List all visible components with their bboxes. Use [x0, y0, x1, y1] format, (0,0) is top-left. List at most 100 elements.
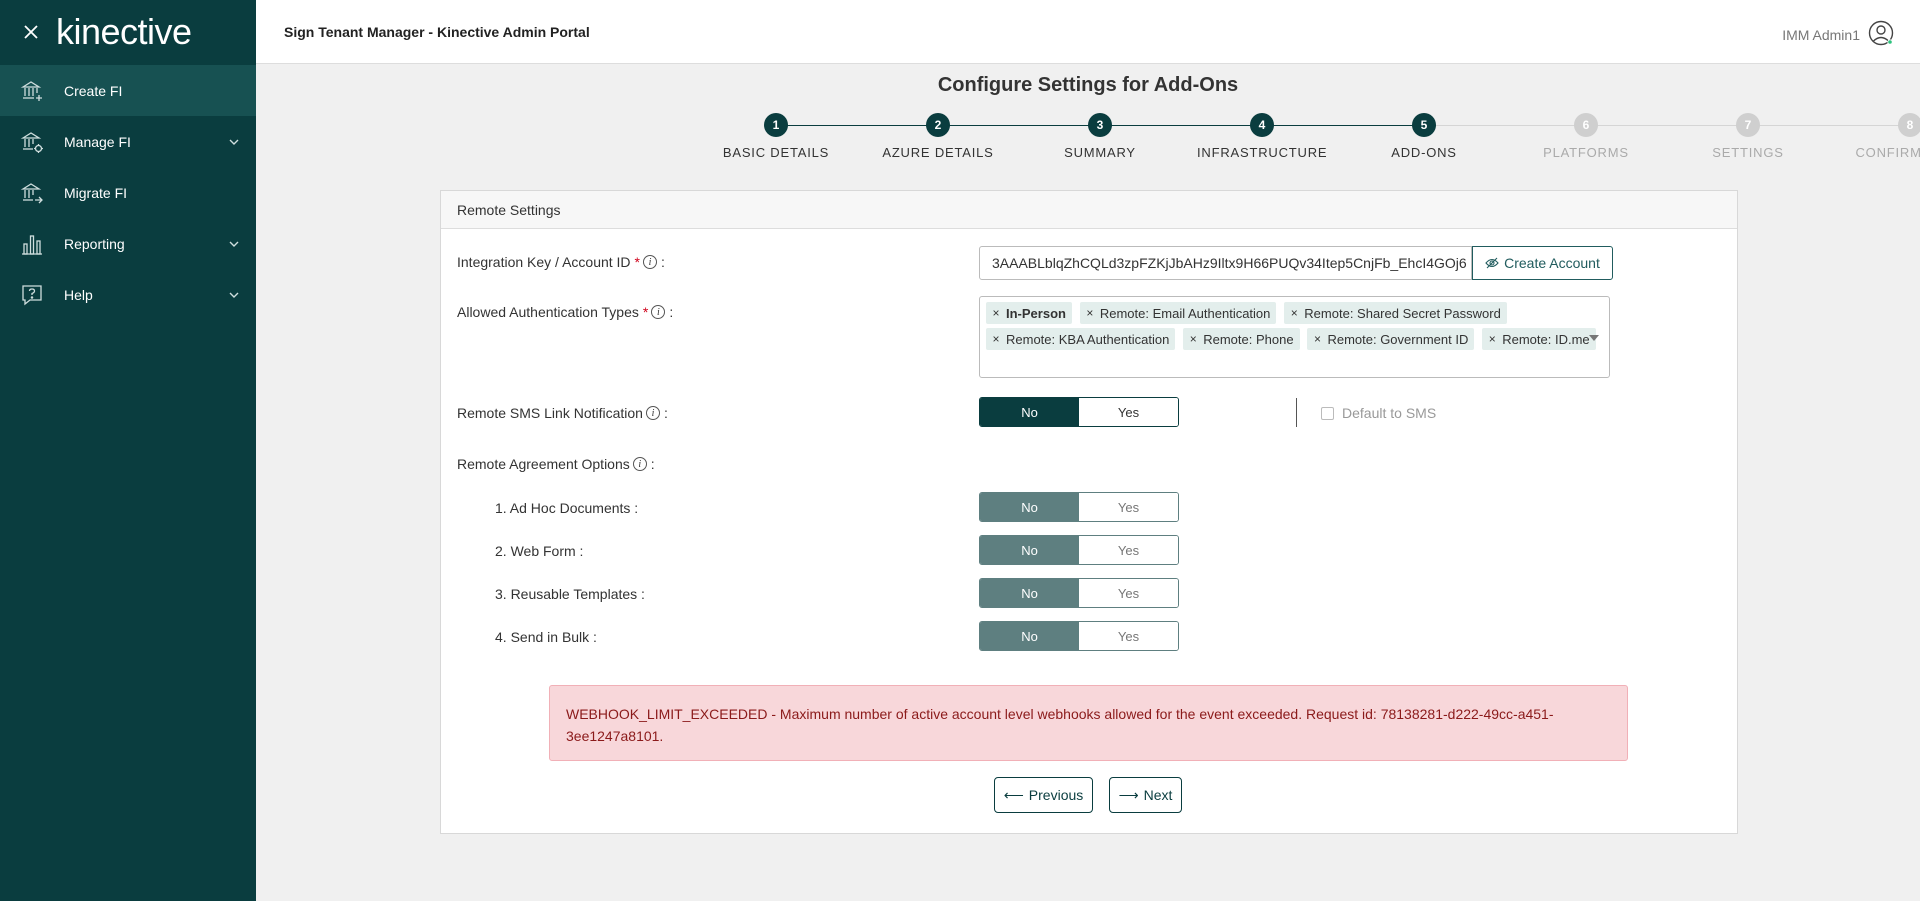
button-label: Previous	[1028, 787, 1084, 803]
integration-key-label: Integration Key / Account ID * i :	[457, 254, 665, 270]
auth-types-multiselect[interactable]: × In-Person × Remote: Email Authentication…	[979, 296, 1610, 378]
default-to-sms[interactable]: Default to SMS	[1321, 405, 1436, 421]
previous-button[interactable]: ⟵ Previous	[994, 777, 1093, 813]
tag-label: Remote: ID.me	[1502, 331, 1590, 347]
arrow-right-icon: ⟶	[1118, 786, 1139, 803]
auth-tag: × Remote: KBA Authentication	[986, 328, 1176, 350]
toggle-no[interactable]: No	[980, 622, 1079, 650]
user-name: IMM Admin1	[1782, 26, 1860, 43]
ad-hoc-documents-toggle: No Yes	[979, 492, 1179, 522]
auth-tag: × Remote: Phone	[1183, 328, 1300, 350]
sms-notification-label: Remote SMS Link Notification i :	[457, 405, 668, 421]
toggle-no[interactable]: No	[980, 579, 1079, 607]
dropdown-arrow-icon[interactable]	[1589, 335, 1599, 341]
label-text: Allowed Authentication Types	[457, 304, 639, 320]
auth-types-label: Allowed Authentication Types * i :	[457, 304, 673, 320]
label-text: Remote Agreement Options	[457, 456, 630, 472]
label-colon: :	[650, 456, 655, 472]
auth-tag: × Remote: Email Authentication	[1079, 302, 1277, 324]
step-number: 1	[764, 113, 788, 137]
toggle-no[interactable]: No	[980, 536, 1079, 564]
panel-title: Remote Settings	[441, 191, 1737, 229]
user-avatar-icon	[1868, 20, 1894, 49]
label-colon: :	[661, 254, 665, 270]
brand-logo: kinective	[56, 11, 192, 52]
step-number: 4	[1250, 113, 1274, 137]
next-button[interactable]: ⟶ Next	[1109, 777, 1182, 813]
main-content: Configure Settings for Add-Ons 1 BASIC D…	[256, 65, 1920, 901]
sidebar-item-manage-fi[interactable]: Manage FI	[0, 116, 256, 167]
remove-tag-icon[interactable]: ×	[1482, 332, 1502, 346]
step-label: CONFIRMATION	[1855, 145, 1920, 160]
step-basic-details: 1 BASIC DETAILS	[711, 113, 841, 160]
remove-tag-icon[interactable]: ×	[986, 306, 1006, 320]
web-form-label: 2. Web Form :	[495, 543, 584, 559]
info-icon[interactable]: i	[645, 406, 660, 420]
step-number: 2	[926, 113, 950, 137]
label-colon: :	[663, 405, 668, 421]
tag-label: Remote: Government ID	[1327, 331, 1469, 347]
step-number: 5	[1412, 113, 1436, 137]
toggle-yes[interactable]: Yes	[1079, 398, 1178, 426]
chevron-down-icon	[229, 139, 239, 145]
help-icon	[20, 283, 44, 307]
step-label: ADD-ONS	[1391, 145, 1457, 160]
sidebar: kinective Create FI Manage FI Migrate FI…	[0, 0, 256, 901]
step-number: 3	[1088, 113, 1112, 137]
send-in-bulk-label: 4. Send in Bulk :	[495, 629, 597, 645]
toggle-no[interactable]: No	[980, 398, 1079, 426]
toggle-no[interactable]: No	[980, 493, 1079, 521]
remove-tag-icon[interactable]: ×	[1183, 332, 1203, 346]
chevron-down-icon	[229, 292, 239, 298]
info-icon[interactable]: i	[643, 255, 657, 269]
step-add-ons: 5 ADD-ONS	[1359, 113, 1489, 160]
step-number: 8	[1898, 113, 1920, 137]
required-marker: *	[634, 254, 640, 270]
chevron-down-icon	[229, 241, 239, 247]
web-form-toggle: No Yes	[979, 535, 1179, 565]
tag-label: Remote: KBA Authentication	[1006, 331, 1170, 347]
step-number: 7	[1736, 113, 1760, 137]
arrow-left-icon: ⟵	[1003, 786, 1024, 803]
error-alert: WEBHOOK_LIMIT_EXCEEDED - Maximum number …	[549, 685, 1628, 761]
wizard-stepper: 1 BASIC DETAILS 2 AZURE DETAILS 3 SUMMAR…	[696, 113, 1920, 173]
eye-slash-icon	[1485, 257, 1499, 269]
divider	[1296, 398, 1297, 427]
tag-label: Remote: Shared Secret Password	[1304, 305, 1501, 321]
integration-key-input[interactable]: 3AAABLblqZhCQLd3zpFZKjJbAHz9Iltx9H66PUQv…	[979, 246, 1472, 280]
tag-label: Remote: Email Authentication	[1099, 305, 1271, 321]
reusable-templates-toggle: No Yes	[979, 578, 1179, 608]
top-header: Sign Tenant Manager - Kinective Admin Po…	[256, 0, 1920, 64]
label-text: Remote SMS Link Notification	[457, 405, 643, 421]
toggle-yes[interactable]: Yes	[1079, 622, 1178, 650]
step-label: PLATFORMS	[1543, 145, 1629, 160]
info-icon[interactable]: i	[632, 457, 647, 471]
toggle-yes[interactable]: Yes	[1079, 579, 1178, 607]
remove-tag-icon[interactable]: ×	[986, 332, 1006, 346]
stepper-line-upcoming	[1424, 125, 1910, 126]
step-settings: 7 SETTINGS	[1683, 113, 1813, 160]
checkbox-label: Default to SMS	[1342, 405, 1437, 421]
sidebar-item-migrate-fi[interactable]: Migrate FI	[0, 167, 256, 218]
auth-tag: × Remote: Shared Secret Password	[1284, 302, 1507, 324]
sidebar-item-label: Manage FI	[64, 133, 131, 150]
sidebar-item-help[interactable]: Help	[0, 269, 256, 320]
toggle-yes[interactable]: Yes	[1079, 536, 1178, 564]
info-icon[interactable]: i	[651, 305, 666, 319]
sidebar-item-reporting[interactable]: Reporting	[0, 218, 256, 269]
default-to-sms-checkbox[interactable]	[1321, 406, 1334, 420]
remove-tag-icon[interactable]: ×	[1080, 306, 1100, 320]
close-icon[interactable]	[20, 21, 42, 43]
label-colon: :	[669, 304, 674, 320]
toggle-yes[interactable]: Yes	[1079, 493, 1178, 521]
step-platforms: 6 PLATFORMS	[1521, 113, 1651, 160]
step-label: AZURE DETAILS	[882, 145, 994, 160]
button-label: Next	[1143, 787, 1173, 803]
remove-tag-icon[interactable]: ×	[1284, 306, 1304, 320]
reusable-templates-label: 3. Reusable Templates :	[495, 586, 645, 602]
user-menu[interactable]: IMM Admin1	[1782, 20, 1894, 49]
create-account-button[interactable]: Create Account	[1472, 246, 1613, 280]
sidebar-item-label: Help	[64, 286, 93, 303]
sidebar-item-create-fi[interactable]: Create FI	[0, 65, 256, 116]
remove-tag-icon[interactable]: ×	[1307, 332, 1327, 346]
